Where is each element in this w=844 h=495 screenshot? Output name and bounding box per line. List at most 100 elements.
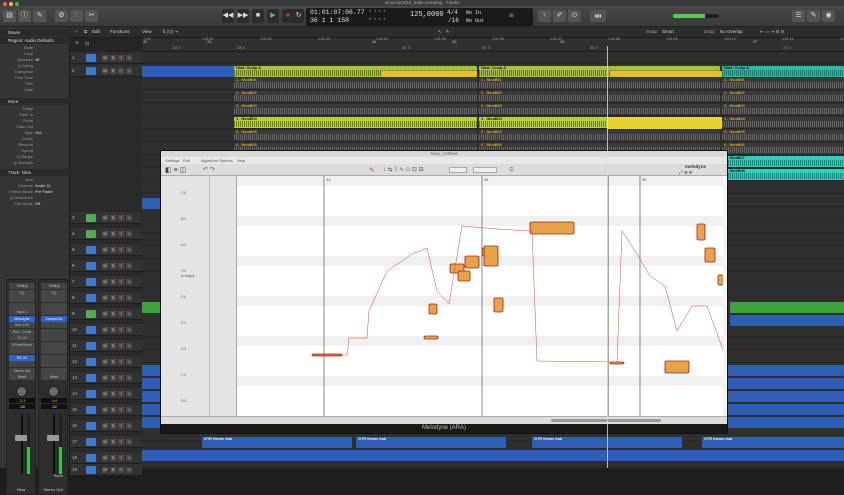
take-region[interactable]: 3 - NinaB03 — [234, 104, 477, 115]
solo-button[interactable]: S — [110, 454, 116, 461]
melodyne-field-b[interactable] — [473, 167, 497, 173]
record-button[interactable]: R — [118, 454, 124, 461]
record-button[interactable]: R — [118, 326, 124, 333]
rewind-button[interactable]: ◀◀ — [222, 9, 234, 23]
track-header[interactable]: 17 M S R I — [70, 436, 142, 448]
take-region[interactable]: 1 - NinaB01 — [722, 78, 844, 89]
mute-button[interactable]: M — [102, 438, 108, 445]
solo-button[interactable]: S — [110, 326, 116, 333]
solo-button[interactable]: S — [110, 54, 116, 61]
timeline-ruler[interactable]: 32 33 34 35 36 37 32 3 33 3 34 3 35 3 36 3 37 3 1:01… — [142, 37, 844, 52]
channel-slot[interactable]: EQ — [9, 289, 35, 296]
channel-slot[interactable]: Setting — [9, 283, 35, 289]
stop-button[interactable]: ■ — [252, 9, 264, 23]
channel-slot[interactable] — [9, 361, 35, 367]
record-button[interactable]: R — [118, 438, 124, 445]
take-region[interactable]: 5 - NinaB05 — [479, 130, 720, 141]
smart-controls-button[interactable]: ⚙ — [55, 10, 68, 22]
track-header[interactable]: 15 M S R I — [70, 404, 142, 416]
mute-button[interactable]: M — [102, 230, 108, 237]
input-button[interactable]: I — [126, 246, 132, 253]
track-header[interactable]: 8 MSRI — [70, 292, 142, 304]
solo-button[interactable]: S — [110, 358, 116, 365]
note-pad-button[interactable]: ✎ — [807, 10, 820, 22]
pointer-tool-icon[interactable]: ↖ · ✎ · — [438, 28, 452, 36]
audio-region[interactable] — [142, 66, 234, 77]
library-button[interactable]: ▤ — [3, 10, 16, 22]
toolbar-button[interactable]: ✎ — [33, 10, 46, 22]
channel-slot[interactable] — [41, 328, 67, 335]
track-header[interactable]: 5 MSRI — [70, 244, 142, 256]
lcd-display[interactable]: 01:01:07:06.77 36 1 1 158 2 1 1 1 6 1 1 … — [306, 8, 533, 26]
track-options-icon[interactable]: ⊟ — [85, 41, 89, 47]
take-region[interactable]: 6 - NinaB06 — [722, 143, 844, 154]
record-button[interactable]: R — [118, 294, 124, 301]
track-header[interactable]: 14 M S R I — [70, 388, 142, 400]
master-volume-slider[interactable] — [673, 14, 719, 18]
inspector-row-value[interactable]: Audio 21 — [35, 183, 51, 188]
mute-button[interactable]: M — [102, 358, 108, 365]
input-button[interactable]: I — [126, 342, 132, 349]
inspector-row[interactable]: Gain — [0, 87, 70, 93]
melodyne-field-a[interactable] — [449, 167, 467, 173]
mute-button[interactable]: M — [102, 326, 108, 333]
drag-select[interactable]: No Overlap — [720, 28, 743, 36]
channel-slot[interactable]: RC 24 — [9, 354, 35, 361]
mute-button[interactable]: M — [102, 406, 108, 413]
record-button[interactable]: R — [118, 422, 124, 429]
melodyne-pitch-tool-icon[interactable]: ✎ — [369, 166, 374, 174]
audio-region[interactable] — [142, 450, 844, 461]
solo-button[interactable]: S — [110, 374, 116, 381]
track-header[interactable]: 16 M S R I — [70, 420, 142, 432]
inspector-row-value[interactable]: Pre Fader — [35, 189, 53, 194]
record-button[interactable]: R — [118, 67, 124, 74]
take-region[interactable]: 1 - NinaB01 — [234, 78, 477, 89]
take-region[interactable]: 8 - NinaB08 — [722, 169, 844, 180]
mixer-button[interactable]: ⫶ — [70, 10, 83, 22]
channel-slot[interactable] — [41, 309, 67, 315]
mute-button[interactable]: M — [102, 342, 108, 349]
inspector-button[interactable]: ⓘ — [18, 10, 31, 22]
track-header[interactable]: 2 MSRI — [70, 65, 142, 77]
input-button[interactable]: I — [126, 262, 132, 269]
audio-region[interactable]: GTR theme dub — [702, 437, 844, 448]
solo-button[interactable]: S — [110, 67, 116, 74]
count-in-button[interactable]: ⊙ — [568, 10, 581, 22]
melodyne-scrollbar[interactable] — [161, 416, 727, 424]
record-button[interactable]: R — [118, 262, 124, 269]
channel-slot[interactable] — [9, 296, 35, 302]
channel-slot[interactable] — [41, 361, 67, 367]
inspector-row-value[interactable]: off — [35, 57, 39, 62]
view-menu[interactable]: View — [142, 28, 152, 36]
pan-knob[interactable] — [16, 386, 27, 397]
channel-slot[interactable]: Read — [41, 374, 67, 380]
melodyne-menu-item[interactable]: Algorithm — [201, 157, 218, 164]
track-header[interactable]: 7 MSRI — [70, 276, 142, 288]
record-button[interactable]: R — [118, 278, 124, 285]
record-button[interactable]: R — [118, 342, 124, 349]
melodyne-menu-item[interactable]: Settings — [165, 157, 179, 164]
melodyne-scroll-thumb[interactable] — [551, 419, 661, 422]
play-button[interactable]: ▶ — [267, 9, 279, 23]
channel-slot[interactable] — [41, 302, 67, 309]
take-region[interactable]: 3 - NinaB03 — [479, 104, 720, 115]
track-header[interactable]: 6 MSRI — [70, 260, 142, 272]
channel-slot[interactable]: Input 1 — [9, 309, 35, 315]
zoom-window-button[interactable] — [15, 1, 19, 6]
snap-select[interactable]: Smart — [662, 28, 674, 36]
input-button[interactable]: I — [126, 214, 132, 221]
mute-button[interactable]: M — [102, 67, 108, 74]
melodyne-note-editor[interactable]: 33 34 35 — [237, 176, 723, 416]
track-header[interactable]: 1 MSRI — [70, 52, 142, 64]
channel-slot[interactable]: Melodyne — [9, 315, 35, 322]
take-region[interactable]: 2 - NinaB02 — [722, 91, 844, 102]
input-button[interactable]: I — [126, 438, 132, 445]
input-button[interactable]: I — [126, 358, 132, 365]
take-region[interactable]: 1 - NinaB01 — [479, 78, 720, 89]
track-header[interactable]: 12 M S R I — [70, 356, 142, 368]
solo-button[interactable]: S — [110, 230, 116, 237]
channel-slot[interactable]: Red...Comp — [9, 328, 35, 335]
pan-knob[interactable] — [48, 386, 59, 397]
midi-draw-icon[interactable]: ⇅ |⊡| ⇥ — [162, 28, 178, 36]
mute-button[interactable]: M — [102, 310, 108, 317]
